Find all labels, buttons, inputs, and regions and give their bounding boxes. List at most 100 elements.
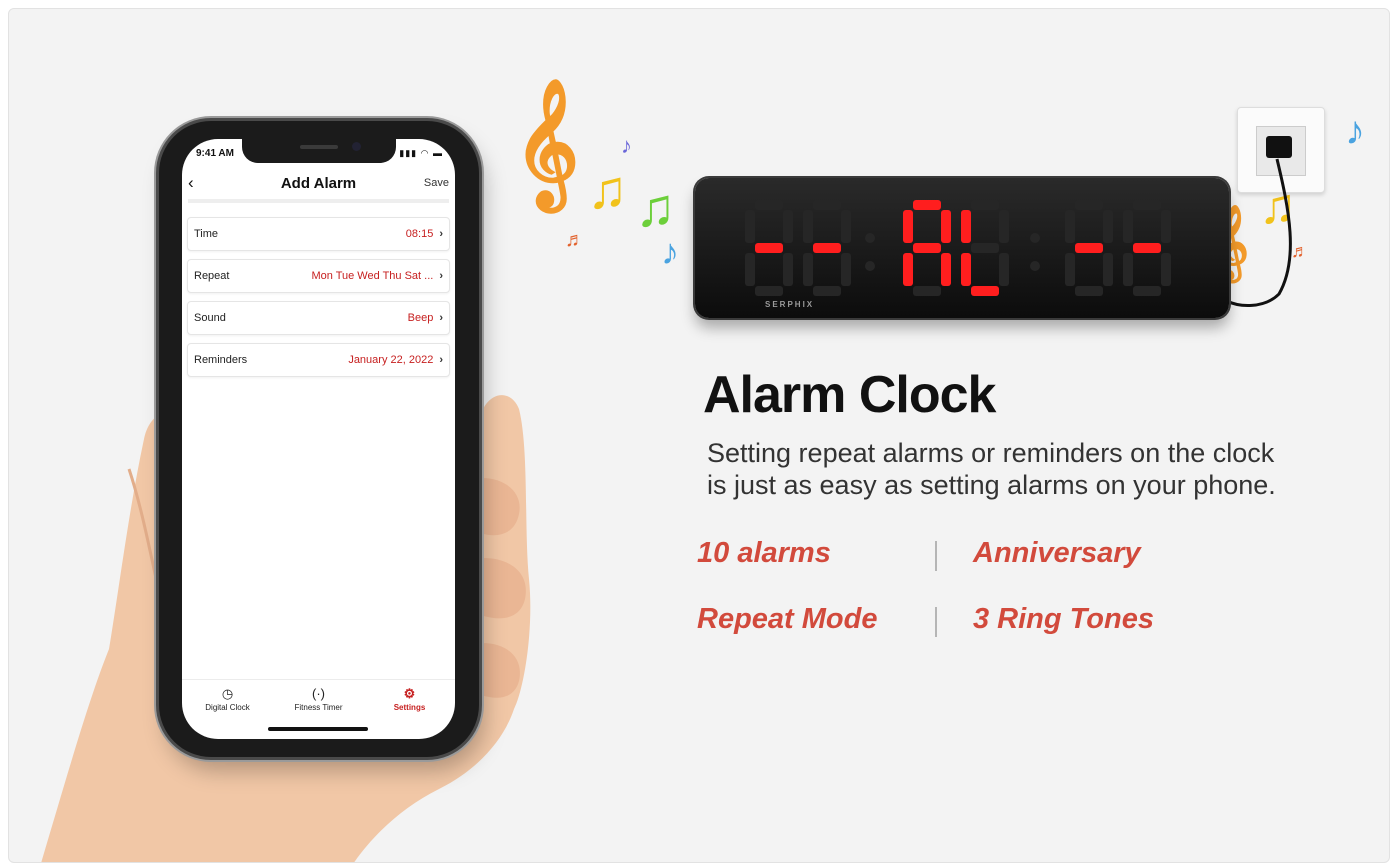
led-segment	[1133, 200, 1161, 210]
row-sound[interactable]: Sound Beep ›	[187, 301, 450, 335]
led-colon-dot	[1030, 233, 1040, 243]
clock-icon: ◷	[221, 686, 234, 701]
music-note-icon: ♪	[621, 133, 632, 158]
led-segment	[783, 253, 793, 286]
header-divider	[188, 199, 449, 203]
led-segment	[745, 210, 755, 243]
row-label: Reminders	[194, 354, 248, 366]
feature-alarms: 10 alarms	[697, 537, 831, 569]
chevron-right-icon: ›	[439, 270, 443, 282]
led-segment	[961, 253, 971, 286]
led-segment	[913, 286, 941, 296]
banner: 𝄞 ♫ ♫ ♪ ♪ ♬ 𝄞 ♫ ♫ ♪ ♪ ♬ SERPHIX 9:41 AM …	[8, 8, 1390, 863]
speaker	[300, 145, 338, 149]
led-segment	[971, 200, 999, 210]
led-segment	[813, 286, 841, 296]
led-segment	[1123, 210, 1133, 243]
feature-repeat-mode: Repeat Mode	[697, 603, 878, 635]
status-time: 9:41 AM	[196, 148, 234, 159]
tab-label: Fitness Timer	[294, 703, 343, 712]
led-segment	[1133, 243, 1161, 253]
led-segment	[755, 286, 783, 296]
led-colon-dot	[1030, 261, 1040, 271]
chevron-right-icon: ›	[439, 312, 443, 324]
led-segment	[745, 253, 755, 286]
led-segment	[813, 243, 841, 253]
music-note-icon: ♬	[565, 229, 585, 251]
power-cable	[1226, 158, 1292, 307]
led-segment	[803, 253, 813, 286]
feature-anniversary: Anniversary	[973, 537, 1141, 569]
feature-divider	[935, 607, 937, 637]
led-segment	[1161, 253, 1171, 286]
led-segment	[971, 243, 999, 253]
row-label: Sound	[194, 312, 226, 324]
led-segment	[999, 253, 1009, 286]
led-segment	[903, 253, 913, 286]
led-segment	[1075, 243, 1103, 253]
music-note-icon: ♫	[635, 178, 676, 238]
treble-clef-icon: 𝄞	[514, 81, 580, 204]
home-indicator	[268, 727, 368, 731]
led-segment	[903, 210, 913, 243]
row-time[interactable]: Time 08:15 ›	[187, 217, 450, 251]
row-value: Mon Tue Wed Thu Sat ...	[311, 270, 434, 282]
led-segment	[1103, 210, 1113, 243]
led-segment	[941, 210, 951, 243]
led-segment	[971, 286, 999, 296]
led-segment	[783, 210, 793, 243]
led-colon-dot	[865, 261, 875, 271]
led-segment	[961, 210, 971, 243]
row-value: 08:15	[405, 228, 434, 240]
phone-screen: 9:41 AM ▮▮▮ ◠ ▬ ‹ Add Alarm Save Time 08…	[182, 139, 455, 739]
tab-settings[interactable]: ⚙ Settings	[364, 680, 455, 739]
row-value: January 22, 2022	[348, 354, 434, 366]
led-segment	[1103, 253, 1113, 286]
led-segment	[755, 200, 783, 210]
led-segment	[999, 210, 1009, 243]
led-segment	[841, 210, 851, 243]
description-line: Setting repeat alarms or reminders on th…	[707, 438, 1275, 468]
row-label: Time	[194, 228, 219, 240]
led-segment	[1075, 286, 1103, 296]
led-segment	[841, 253, 851, 286]
description: Setting repeat alarms or reminders on th…	[707, 437, 1276, 501]
music-note-icon: ♪	[1345, 109, 1365, 153]
status-icons: ▮▮▮ ◠ ▬	[399, 148, 443, 158]
led-segment	[1065, 210, 1075, 243]
clock-brand: SERPHIX	[765, 300, 815, 309]
save-button[interactable]: Save	[424, 177, 449, 189]
feature-ring-tones: 3 Ring Tones	[973, 603, 1154, 635]
row-repeat[interactable]: Repeat Mon Tue Wed Thu Sat ... ›	[187, 259, 450, 293]
led-segment	[941, 253, 951, 286]
row-value: Beep	[407, 312, 434, 324]
phone-notch	[242, 139, 396, 163]
headline: Alarm Clock	[703, 366, 996, 424]
led-segment	[1075, 200, 1103, 210]
led-segment	[1161, 210, 1171, 243]
led-segment	[1065, 253, 1075, 286]
tab-digital-clock[interactable]: ◷ Digital Clock	[182, 680, 273, 739]
row-reminders[interactable]: Reminders January 22, 2022 ›	[187, 343, 450, 377]
led-segment	[913, 200, 941, 210]
alarm-settings-list: Time 08:15 › Repeat Mon Tue Wed Thu Sat …	[187, 217, 450, 385]
music-note-icon: ♪	[661, 231, 679, 272]
row-label: Repeat	[194, 270, 230, 282]
led-segment	[813, 200, 841, 210]
led-display	[745, 200, 1171, 296]
chevron-right-icon: ›	[439, 228, 443, 240]
led-segment	[755, 243, 783, 253]
led-segment	[803, 210, 813, 243]
tab-label: Settings	[393, 703, 426, 712]
led-segment	[913, 243, 941, 253]
feature-divider	[935, 541, 937, 571]
led-segment	[1123, 253, 1133, 286]
gear-icon: ⚙	[403, 686, 416, 701]
page-title: Add Alarm	[280, 175, 357, 192]
front-camera	[352, 142, 361, 151]
description-line: is just as easy as setting alarms on you…	[707, 470, 1276, 500]
led-segment	[1133, 286, 1161, 296]
led-colon-dot	[865, 233, 875, 243]
music-note-icon: ♫	[587, 160, 628, 220]
timer-icon: (·)	[312, 686, 325, 701]
